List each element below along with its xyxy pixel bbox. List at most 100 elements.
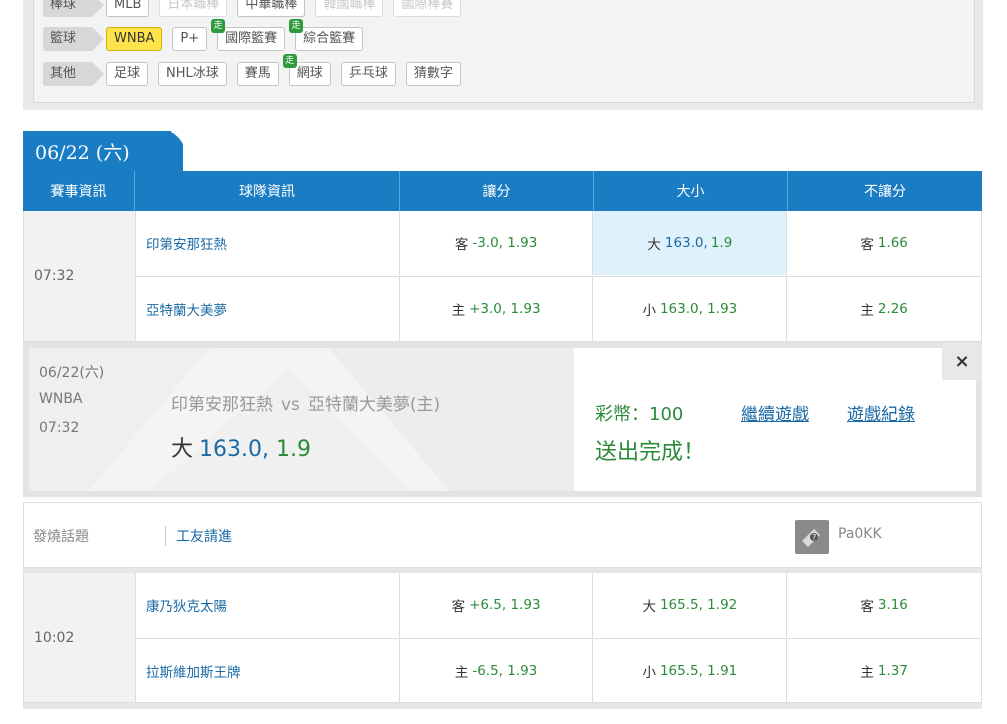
spread-odds-cell[interactable]: 主 +3.0, 1.93 — [400, 277, 594, 341]
bet-confirmation-box: 06/22(六) WNBA 07:32 印第安那狂熱 vs 亞特蘭大美夢(主) 大1… — [29, 342, 982, 491]
moneyline-odds-cell[interactable]: 客 3.16 — [787, 573, 981, 637]
chip-tennis[interactable]: 走 網球 — [282, 54, 331, 86]
total-odds-cell[interactable]: 小 163.0, 1.93 — [593, 277, 788, 341]
spread-odds-cell[interactable]: 主 -6.5, 1.93 — [400, 639, 594, 703]
odds-value: 165.5, 1.92 — [659, 597, 738, 613]
vs-label: vs — [281, 395, 300, 415]
spread-odds-cell[interactable]: 客 -3.0, 1.93 — [400, 211, 594, 275]
side-label: 大 — [647, 237, 661, 253]
chip-label: 國際籃賽 — [225, 31, 278, 46]
team-name: 康乃狄克太陽 — [136, 573, 400, 637]
date-tab: 06/22 (六) — [23, 131, 183, 171]
filter-row-others: 其他 足球 NHL冰球 賽馬 走 網球 乒乓球 猜數字 — [43, 54, 471, 87]
odds-value: 1.9 — [710, 235, 733, 251]
bet-time: 07:32 — [39, 420, 80, 436]
sport-filter-inner: 棒球 MLB 日本職棒 中華職棒 韓國職棒 國際棒賽 籃球 WNBA P+ 走 … — [33, 0, 975, 103]
decorative-background — [29, 348, 574, 491]
coins-spent: 彩幣：100 — [595, 404, 684, 425]
side-label: 主 — [860, 303, 874, 319]
odds-value: +3.0, 1.93 — [469, 301, 541, 317]
total-odds-cell[interactable]: 大 163.0, 1.9 — [593, 211, 788, 275]
chip-intl-baseball[interactable]: 國際棒賽 — [393, 0, 462, 17]
category-label-basketball: 籃球 — [43, 27, 105, 51]
bet-confirmation-panel: 06/22(六) WNBA 07:32 印第安那狂熱 vs 亞特蘭大美夢(主) 大1… — [23, 342, 982, 497]
filter-row-baseball: 棒球 MLB 日本職棒 中華職棒 韓國職棒 國際棒賽 — [43, 0, 471, 18]
user-avatar-icon[interactable]: ? — [795, 520, 829, 554]
chip-label: 綜合籃賽 — [303, 31, 356, 46]
chip-soccer[interactable]: 足球 — [106, 62, 149, 86]
chip-p-plus[interactable]: P+ — [172, 27, 208, 51]
team-name: 亞特蘭大美夢 — [136, 277, 400, 341]
hot-topic-bar: 發燒話題 工友請進 ? Pa0KK — [23, 502, 982, 568]
bet-league: WNBA — [39, 391, 83, 407]
team-row-home: 拉斯維加斯王牌 主 -6.5, 1.93 小 165.5, 1.91 主 1.3… — [136, 638, 981, 703]
filter-row-basketball: 籃球 WNBA P+ 走 國際籃賽 走 綜合籃賽 — [43, 19, 373, 52]
chip-label: 網球 — [296, 66, 323, 81]
side-label: 客 — [451, 599, 466, 615]
moneyline-odds-cell[interactable]: 主 2.26 — [787, 277, 981, 341]
category-label-others: 其他 — [43, 62, 105, 86]
moneyline-odds-cell[interactable]: 主 1.37 — [787, 639, 981, 703]
header-team-info: 球隊資訊 — [135, 171, 400, 211]
bet-matchup: 印第安那狂熱 vs 亞特蘭大美夢(主) — [171, 390, 440, 415]
chip-kbo[interactable]: 韓國職棒 — [315, 0, 384, 17]
hot-topic-link[interactable]: 工友請進 — [176, 526, 232, 546]
chip-intl-basketball[interactable]: 走 國際籃賽 — [211, 19, 286, 51]
side-label: 客 — [860, 237, 874, 253]
side-label: 主 — [860, 665, 874, 681]
total-odds-cell[interactable]: 小 165.5, 1.91 — [593, 639, 788, 703]
odds-value: 3.16 — [877, 597, 908, 613]
chip-mlb[interactable]: MLB — [106, 0, 150, 17]
bet-separator: , — [262, 437, 269, 462]
side-label: 客 — [454, 237, 469, 253]
sport-filter-panel: 棒球 MLB 日本職棒 中華職棒 韓國職棒 國際棒賽 籃球 WNBA P+ 走 … — [23, 0, 983, 110]
chip-horse-racing[interactable]: 賽馬 — [236, 62, 279, 86]
odds-value: 1.66 — [877, 235, 908, 251]
chip-guess-number[interactable]: 猜數字 — [405, 62, 461, 86]
walk-badge-icon: 走 — [282, 54, 297, 68]
bet-direction: 大 — [171, 437, 194, 462]
match-row: 07:32 印第安那狂熱 客 -3.0, 1.93 大 163.0, 1.9 客… — [23, 211, 982, 342]
question-ticket-icon: ? — [802, 529, 820, 547]
odds-value: +6.5, 1.93 — [469, 597, 541, 613]
divider — [165, 526, 166, 546]
chip-cpbl[interactable]: 中華職棒 — [237, 0, 306, 17]
spread-odds-cell[interactable]: 客 +6.5, 1.93 — [400, 573, 594, 637]
category-label-baseball: 棒球 — [43, 0, 105, 17]
user-name[interactable]: Pa0KK — [838, 526, 882, 542]
team-name: 拉斯維加斯王牌 — [136, 639, 400, 703]
hot-topic-label: 發燒話題 — [33, 529, 89, 545]
chip-npb[interactable]: 日本職棒 — [159, 0, 228, 17]
chip-table-tennis[interactable]: 乒乓球 — [340, 62, 396, 86]
team-home: 亞特蘭大美夢(主) — [307, 395, 441, 415]
team-name: 印第安那狂熱 — [136, 211, 400, 275]
odds-value: 165.5, 1.91 — [659, 663, 738, 679]
side-label: 客 — [860, 599, 874, 615]
odds-line: 163.0, — [664, 235, 708, 251]
bet-selection: 大 163.0, 1.9 — [171, 431, 311, 463]
odds-value: 2.26 — [877, 301, 908, 317]
close-icon[interactable]: × — [942, 342, 982, 380]
side-label: 主 — [451, 303, 466, 319]
header-moneyline: 不讓分 — [864, 184, 906, 200]
side-label: 大 — [642, 599, 656, 615]
chip-mixed-basketball[interactable]: 走 綜合籃賽 — [289, 19, 364, 51]
side-label: 小 — [642, 665, 656, 681]
odds-value: 163.0, 1.93 — [659, 301, 738, 317]
walk-badge-icon: 走 — [211, 19, 226, 33]
game-history-link[interactable]: 遊戲紀錄 — [847, 400, 915, 425]
submit-success-message: 送出完成！ — [595, 440, 706, 465]
odds-value: -6.5, 1.93 — [472, 663, 538, 679]
svg-text:?: ? — [812, 533, 816, 542]
total-odds-cell[interactable]: 大 165.5, 1.92 — [593, 573, 788, 637]
side-label: 主 — [454, 665, 469, 681]
moneyline-odds-cell[interactable]: 客 1.66 — [787, 211, 981, 275]
header-total: 大小 — [594, 171, 788, 211]
odds-value: -3.0, 1.93 — [472, 235, 538, 251]
match-row: 10:02 康乃狄克太陽 客 +6.5, 1.93 大 165.5, 1.92 … — [23, 573, 982, 703]
continue-game-link[interactable]: 繼續遊戲 — [741, 400, 809, 425]
bet-summary: 06/22(六) WNBA 07:32 印第安那狂熱 vs 亞特蘭大美夢(主) 大1… — [29, 348, 574, 491]
bet-line-value: 163.0 — [199, 437, 262, 462]
chip-wnba[interactable]: WNBA — [106, 27, 163, 51]
chip-nhl[interactable]: NHL冰球 — [158, 62, 227, 86]
